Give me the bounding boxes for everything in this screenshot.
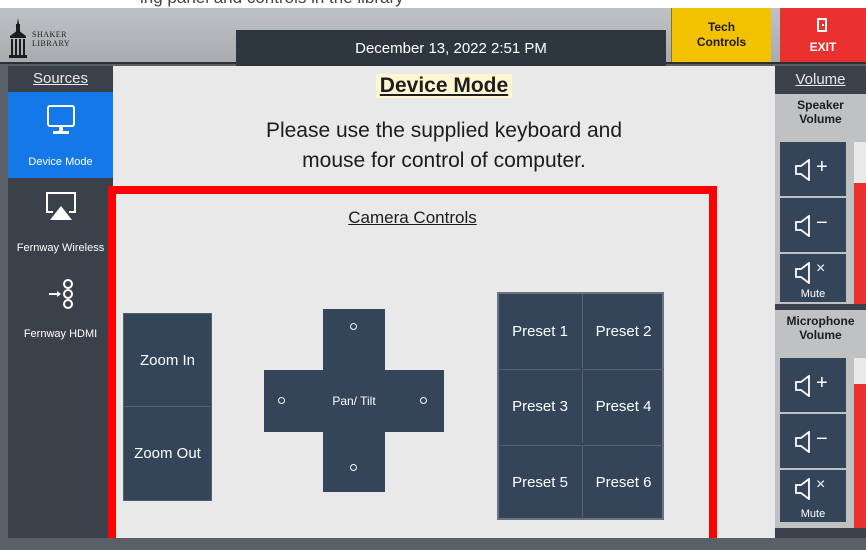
speaker-volume-down-button[interactable]: − [780,198,846,252]
instruction-message: Please use the supplied keyboard and mou… [113,116,775,176]
mute-x-icon: × [816,260,826,277]
zoom-out-button[interactable]: Zoom Out [124,407,211,500]
preset-5-button[interactable]: Preset 5 [499,445,581,519]
sidebar-item-device-mode[interactable]: Device Mode [8,92,113,178]
pan-tilt-label: Pan/ Tilt [332,394,376,408]
minus-icon: − [816,212,828,234]
exit-button[interactable]: EXIT [780,8,866,62]
speaker-mute-button[interactable]: × Mute [780,254,846,302]
microphone-title-line-2: Volume [799,328,842,342]
tech-button-line-1: Tech [707,20,736,34]
preset-1-button[interactable]: Preset 1 [499,294,581,368]
exit-label: EXIT [809,40,837,54]
instruction-line-1: Please use the supplied keyboard and [265,119,623,142]
speaker-icon [795,431,810,453]
tech-controls-button[interactable]: Tech Controls [671,8,771,62]
speaker-volume-up-button[interactable]: + [780,142,846,196]
page-title-text: Device Mode [375,74,513,98]
pan-right-button[interactable] [420,397,427,404]
volume-panel: Volume Speaker Volume + − × Mute Microph… [775,66,866,538]
microphone-volume-up-button[interactable]: + [780,358,846,412]
tilt-down-button[interactable] [350,464,357,471]
zoom-control: Zoom In Zoom Out [123,313,212,501]
door-icon [817,18,827,32]
preset-2-button[interactable]: Preset 2 [582,294,664,368]
app-frame: ing panel and controls in the library SH… [0,0,866,550]
speaker-title-line-1: Speaker [797,98,844,112]
preset-3-button[interactable]: Preset 3 [499,369,581,443]
sources-sidebar: Sources Device Mode Fernway Wireless Fer… [8,66,113,538]
sidebar-item-fernway-hdmi[interactable]: Fernway HDMI [8,264,113,350]
microphone-mute-button[interactable]: × Mute [780,470,846,522]
speaker-title-line-2: Volume [799,112,842,126]
sidebar-item-fernway-wireless[interactable]: Fernway Wireless [8,178,113,264]
plus-icon: + [816,156,828,178]
microphone-level-meter [854,358,866,528]
tech-button-line-2: Controls [696,35,747,49]
pan-left-button[interactable] [278,397,285,404]
mute-x-icon: × [816,476,826,493]
camera-controls-title-text: Camera Controls [348,208,477,227]
library-building-icon [9,18,27,58]
sidebar-item-label: Device Mode [28,156,93,168]
speaker-volume-title: Speaker Volume [775,98,866,126]
speaker-icon [795,215,810,237]
shaker-library-logo: SHAKER LIBRARY [8,16,88,60]
airplay-icon [45,192,76,220]
camera-controls-title: Camera Controls [116,208,709,228]
plus-icon: + [816,372,828,394]
datetime-display: December 13, 2022 2:51 PM [236,30,666,66]
top-banner-text: ing panel and controls in the library [140,0,404,8]
top-banner: ing panel and controls in the library [0,0,866,8]
speaker-mute-icon [795,262,810,284]
preset-6-button[interactable]: Preset 6 [582,445,664,519]
bottom-strip [0,538,866,550]
main-panel: Device Mode Please use the supplied keyb… [108,66,775,548]
zoom-in-button[interactable]: Zoom In [124,314,211,407]
minus-icon: − [816,428,828,450]
speaker-level-meter [854,142,866,304]
logo-text: SHAKER LIBRARY [32,30,70,48]
microphone-mute-label: Mute [800,508,826,520]
speaker-icon [795,375,810,397]
tilt-up-button[interactable] [350,323,357,330]
microphone-volume-group: Microphone Volume + − × Mute [775,310,866,528]
page-title: Device Mode [113,74,775,98]
camera-controls-panel: Camera Controls Zoom In Zoom Out Pan/ Ti… [108,186,717,548]
logo-line-2: LIBRARY [32,39,71,48]
sidebar-item-label: Fernway Wireless [16,242,105,254]
logo-line-1: SHAKER [32,30,68,39]
sidebar-item-label: Fernway HDMI [23,328,98,340]
microphone-volume-title: Microphone Volume [775,314,866,342]
hdmi-input-icon [48,279,73,309]
preset-grid: Preset 1 Preset 2 Preset 3 Preset 4 Pres… [497,292,664,520]
microphone-volume-down-button[interactable]: − [780,414,846,468]
header-bar: SHAKER LIBRARY December 13, 2022 2:51 PM… [0,8,866,66]
microphone-title-line-1: Microphone [786,314,855,328]
microphone-level-fill [854,383,866,528]
preset-4-button[interactable]: Preset 4 [582,369,664,443]
speaker-icon [795,159,810,181]
speaker-mute-icon [795,478,810,500]
sources-heading: Sources [32,70,89,87]
volume-heading: Volume [795,71,846,88]
speaker-volume-group: Speaker Volume + − × Mute [775,94,866,304]
speaker-mute-label: Mute [800,288,826,300]
instruction-line-2: mouse for control of computer. [302,149,586,172]
monitor-icon [46,105,75,134]
speaker-level-fill [854,182,866,304]
